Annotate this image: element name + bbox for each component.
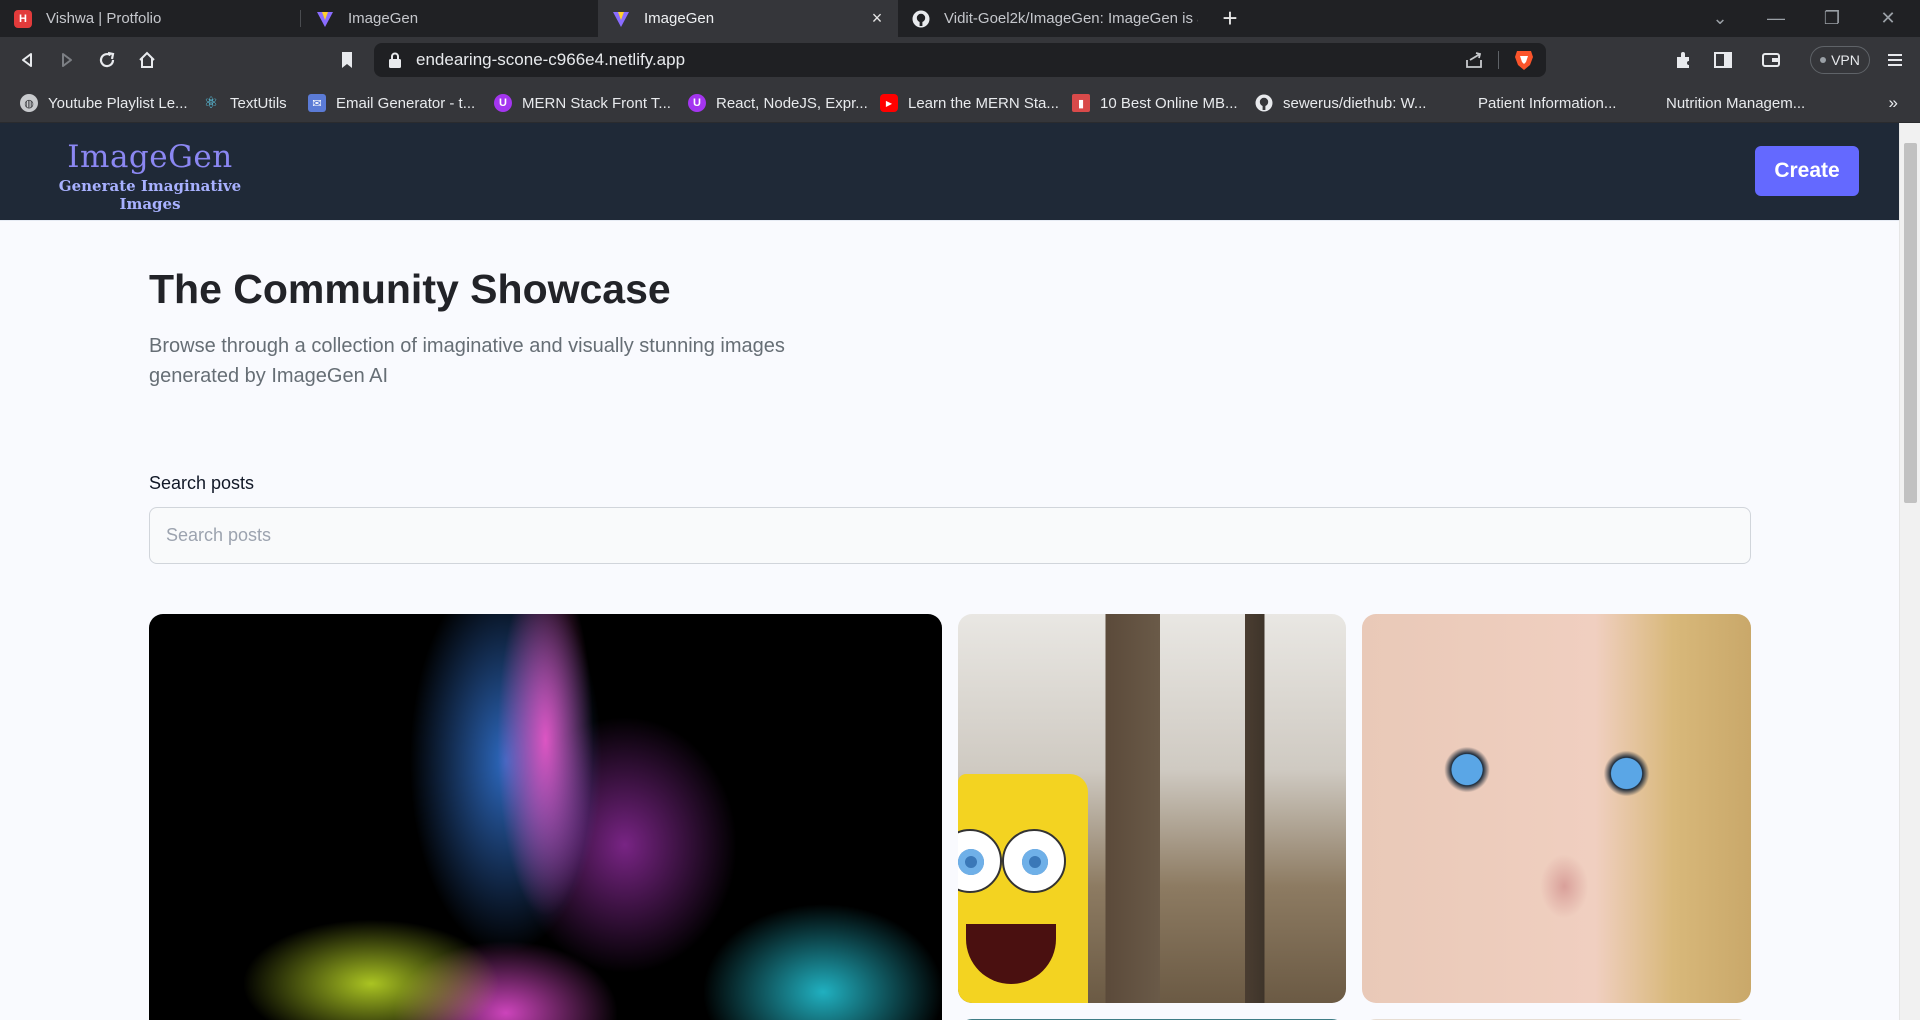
url-text: endearing-scone-c966e4.netlify.app — [416, 50, 686, 69]
bookmarks-bar: ◍ Youtube Playlist Le... ⚛ TextUtils ✉ E… — [0, 83, 1920, 123]
close-window-icon[interactable]: ✕ — [1860, 0, 1916, 37]
tab-github-repo[interactable]: Vidit-Goel2k/ImageGen: ImageGen is a — [898, 0, 1210, 37]
youtube-icon: ▶ — [880, 94, 898, 112]
browser-tab-bar: H Vishwa | Protfolio ImageGen ImageGen ×… — [0, 0, 1920, 37]
wallet-icon[interactable] — [1756, 45, 1786, 75]
menu-icon[interactable] — [1880, 45, 1910, 75]
new-tab-button[interactable]: + — [1216, 4, 1244, 32]
bookmark-diethub[interactable]: sewerus/diethub: W... — [1255, 83, 1426, 123]
minimize-icon[interactable]: — — [1748, 0, 1804, 37]
page-subtitle: Browse through a collection of imaginati… — [149, 335, 785, 387]
tab-imagegen-active[interactable]: ImageGen × — [598, 0, 898, 37]
tab-divider — [300, 10, 301, 27]
github-icon — [912, 10, 930, 28]
reload-icon[interactable] — [92, 45, 122, 75]
bookmark-textutils[interactable]: ⚛ TextUtils — [202, 83, 287, 123]
bookmark-youtube-playlist[interactable]: ◍ Youtube Playlist Le... — [20, 83, 188, 123]
search-label: Search posts — [149, 473, 255, 493]
vpn-button[interactable]: VPN — [1810, 46, 1870, 74]
brave-shield-icon[interactable] — [1514, 49, 1534, 76]
spongebob-figure — [958, 774, 1088, 1003]
react-icon: ⚛ — [203, 95, 219, 112]
bookmark-icon: ▮ — [1072, 94, 1090, 112]
spongebob-eye-left — [958, 829, 1002, 893]
browser-toolbar: endearing-scone-c966e4.netlify.app VPN — [0, 37, 1920, 83]
back-icon[interactable] — [12, 45, 42, 75]
bookmark-mern-stack-front[interactable]: U MERN Stack Front T... — [494, 83, 671, 123]
bookmark-nutrition-management[interactable]: Nutrition Managem... — [1666, 83, 1805, 123]
vite-icon — [316, 10, 334, 28]
bookmark-learn-mern[interactable]: ▶ Learn the MERN Sta... — [880, 83, 1059, 123]
tab-search-icon[interactable]: ⌄ — [1692, 0, 1748, 37]
home-icon[interactable] — [132, 45, 162, 75]
extensions-icon[interactable] — [1668, 45, 1698, 75]
vpn-status-icon — [1820, 57, 1827, 63]
page-viewport: ImageGen Generate Imaginative Images Cre… — [0, 123, 1899, 1020]
close-tab-icon[interactable]: × — [868, 8, 886, 29]
email-icon: ✉ — [308, 94, 326, 112]
restore-icon[interactable]: ❐ — [1804, 0, 1860, 37]
tab-portfolio[interactable]: H Vishwa | Protfolio — [0, 0, 300, 37]
bookmark-label: 10 Best Online MB... — [1100, 94, 1238, 112]
site-logo[interactable]: ImageGen Generate Imaginative Images — [40, 139, 260, 213]
bookmark-label: Patient Information... — [1478, 94, 1617, 112]
tab-title: Vishwa | Protfolio — [46, 10, 162, 27]
bookmark-label: React, NodeJS, Expr... — [716, 94, 868, 112]
bookmark-react-nodejs[interactable]: U React, NodeJS, Expr... — [688, 83, 868, 123]
udemy-icon: U — [688, 94, 706, 112]
share-icon[interactable] — [1464, 51, 1484, 74]
tab-title: ImageGen — [348, 10, 419, 27]
vpn-label: VPN — [1831, 52, 1860, 68]
globe-icon: ◍ — [20, 94, 38, 112]
showcase-card-portrait[interactable] — [1362, 614, 1751, 1003]
search-input[interactable] — [149, 507, 1751, 564]
scrollbar-thumb[interactable] — [1904, 143, 1917, 503]
github-icon — [1255, 94, 1273, 112]
tab-title: ImageGen — [644, 10, 715, 27]
bookmark-label: Email Generator - t... — [336, 94, 476, 112]
sidebar-icon[interactable] — [1708, 45, 1738, 75]
bookmark-email-generator[interactable]: ✉ Email Generator - t... — [308, 83, 475, 123]
udemy-icon: U — [494, 94, 512, 112]
address-divider — [1498, 51, 1499, 69]
vite-icon — [612, 10, 630, 28]
bookmark-label: MERN Stack Front T... — [522, 94, 671, 112]
showcase-card-spongebob[interactable] — [958, 614, 1346, 1003]
logo-tagline: Generate Imaginative Images — [58, 177, 242, 213]
tab-imagegen-1[interactable]: ImageGen — [302, 0, 602, 37]
page-scrollbar[interactable] — [1899, 123, 1920, 1020]
portfolio-icon: H — [14, 9, 32, 28]
create-button[interactable]: Create — [1755, 146, 1859, 196]
bookmark-label: Youtube Playlist Le... — [48, 94, 188, 112]
tab-title: Vidit-Goel2k/ImageGen: ImageGen is a — [944, 10, 1198, 27]
bookmark-label: Nutrition Managem... — [1666, 94, 1806, 112]
bookmark-best-online-mba[interactable]: ▮ 10 Best Online MB... — [1072, 83, 1238, 123]
more-bookmarks-icon[interactable]: » — [1889, 83, 1898, 123]
showcase-card-color-powder[interactable] — [149, 614, 942, 1020]
forward-icon[interactable] — [52, 45, 82, 75]
address-bar[interactable]: endearing-scone-c966e4.netlify.app — [374, 43, 1546, 77]
bookmark-page-icon[interactable] — [332, 45, 362, 75]
lock-icon — [388, 52, 402, 73]
page-title: The Community Showcase — [149, 266, 671, 312]
site-header: ImageGen Generate Imaginative Images Cre… — [0, 123, 1899, 221]
logo-name: ImageGen — [67, 139, 233, 175]
bookmark-label: sewerus/diethub: W... — [1283, 94, 1427, 112]
spongebob-eye-right — [1002, 829, 1066, 893]
bookmark-patient-information[interactable]: Patient Information... — [1478, 83, 1616, 123]
bookmark-label: Learn the MERN Sta... — [908, 94, 1059, 112]
spongebob-mouth — [966, 924, 1056, 984]
bookmark-label: TextUtils — [230, 94, 287, 112]
